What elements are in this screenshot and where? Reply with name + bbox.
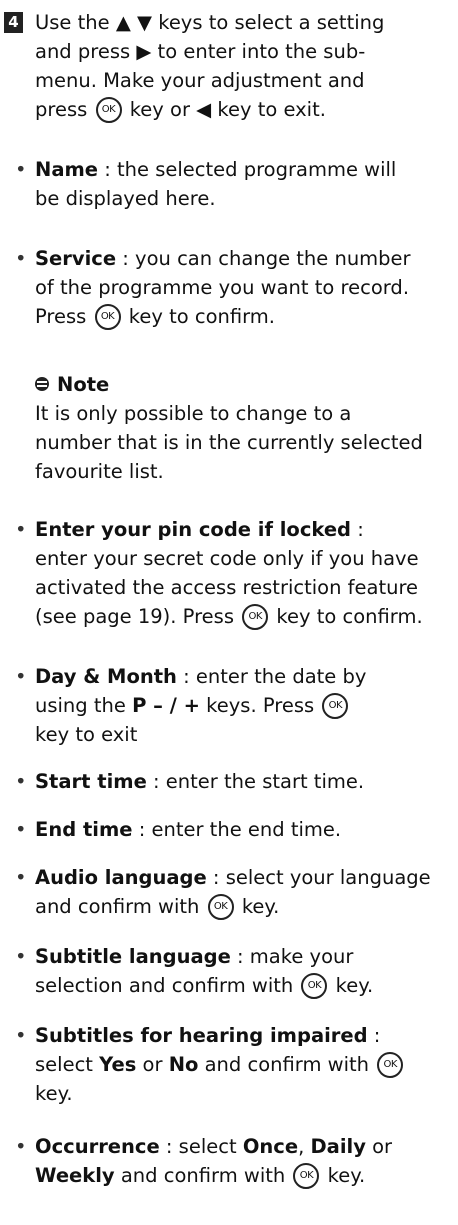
weekly-option: Weekly: [35, 1164, 115, 1187]
once-option: Once: [242, 1135, 299, 1158]
item-label: Occurrence: [35, 1135, 160, 1158]
bullet: •: [15, 247, 27, 270]
step-number-badge: 4: [4, 12, 23, 33]
bullet: •: [15, 158, 27, 181]
item-label: Name: [35, 158, 99, 181]
item-label: End time: [35, 818, 133, 841]
note-icon: [35, 376, 49, 391]
step-line-4: press OK key or ◀ key to exit.: [35, 96, 326, 123]
bullet: •: [15, 518, 27, 541]
daily-option: Daily: [310, 1135, 366, 1158]
item-label: Day & Month: [35, 665, 177, 688]
step-instructions: Use the ▲ ▼ keys to select a setting and…: [35, 8, 445, 124]
item-label: Enter your pin code if locked: [35, 518, 352, 541]
ok-key-icon: OK: [95, 96, 122, 123]
note-box: Note It is only possible to change to a …: [35, 370, 450, 486]
p-minus-plus-keys: P – / +: [132, 694, 200, 717]
note-line-3: favourite list.: [35, 460, 164, 483]
step-line-3: menu. Make your adjustment and: [35, 69, 365, 92]
note-line-2: number that is in the currently selected: [35, 431, 423, 454]
bullet: •: [15, 1024, 27, 1047]
item-label: Start time: [35, 770, 147, 793]
ok-key-icon: OK: [322, 692, 349, 719]
bullet: •: [15, 945, 27, 968]
note-title: Note: [57, 373, 110, 396]
bullet: •: [15, 770, 27, 793]
bullet: •: [15, 1135, 27, 1158]
step-line-2: and press ▶ to enter into the sub-: [35, 40, 366, 63]
yes-option: Yes: [99, 1053, 137, 1076]
ok-key-icon: OK: [242, 603, 269, 630]
item-label: Audio language: [35, 866, 207, 889]
ok-key-icon: OK: [207, 893, 234, 920]
item-label: Subtitle language: [35, 945, 231, 968]
no-option: No: [168, 1053, 199, 1076]
item-label: Service: [35, 247, 117, 270]
ok-key-icon: OK: [377, 1051, 404, 1078]
ok-key-icon: OK: [301, 972, 328, 999]
bullet: •: [15, 665, 27, 688]
ok-key-icon: OK: [293, 1162, 320, 1189]
note-line-1: It is only possible to change to a: [35, 402, 352, 425]
bullet: •: [15, 818, 27, 841]
bullet: •: [15, 866, 27, 889]
item-label: Subtitles for hearing impaired: [35, 1024, 368, 1047]
ok-key-icon: OK: [94, 303, 121, 330]
step-line-1: Use the ▲ ▼ keys to select a setting: [35, 11, 385, 34]
